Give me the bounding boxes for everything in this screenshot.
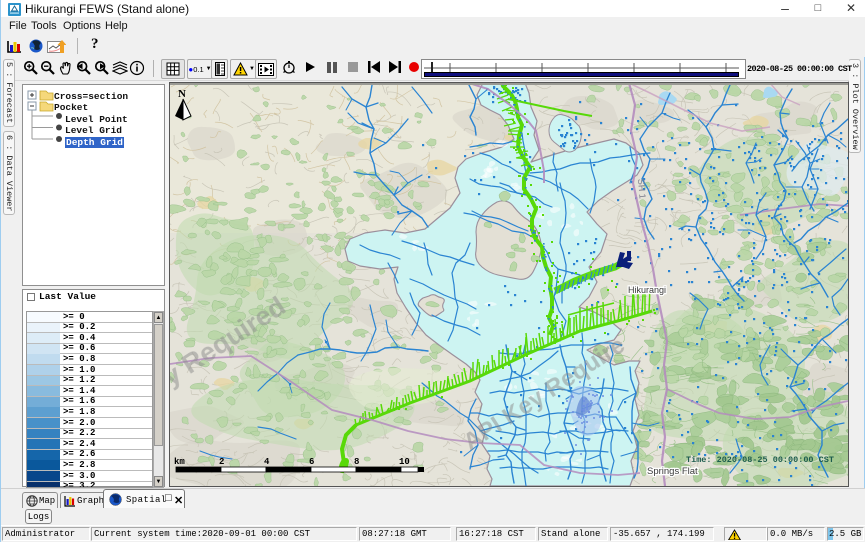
- svg-text:10: 10: [399, 457, 410, 467]
- svg-text:8: 8: [354, 457, 359, 467]
- svg-text:6: 6: [309, 457, 314, 467]
- svg-text:Time: 2020-08-25 00:00:00 CST: Time: 2020-08-25 00:00:00 CST: [686, 455, 834, 465]
- svg-text:km: km: [174, 457, 185, 467]
- svg-text:2: 2: [219, 457, 224, 467]
- svg-text:Hikurangi: Hikurangi: [628, 285, 666, 295]
- svg-text:SH 1: SH 1: [636, 178, 648, 199]
- svg-text:4: 4: [264, 457, 270, 467]
- svg-text:Springs Flat: Springs Flat: [647, 466, 698, 477]
- svg-text:N: N: [178, 88, 186, 100]
